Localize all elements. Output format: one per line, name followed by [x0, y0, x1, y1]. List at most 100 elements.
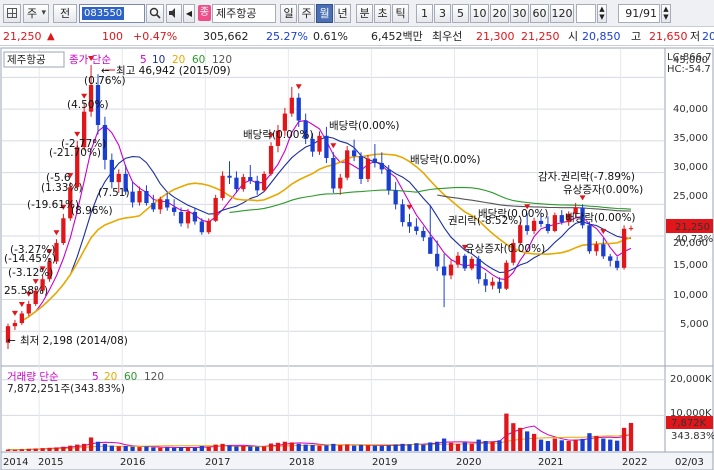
stock-code-input[interactable]: 083550	[79, 4, 145, 23]
candle-body	[324, 135, 329, 158]
volume-bar	[81, 443, 87, 451]
volume-bar	[531, 433, 537, 451]
quote-bar: 21,250 ▲ 100 +0.47% 305,662 25.27% 0.61%…	[0, 27, 714, 46]
interval-stepper[interactable]: ▲ ▼	[597, 4, 607, 23]
volume-bar	[407, 444, 412, 451]
candle-body	[248, 177, 253, 181]
volume-bar	[255, 446, 260, 451]
volume-bar	[296, 443, 301, 451]
stock-chart[interactable]: 제주항공 종가 단순 5 10 20 60 120 LC:866.7 HC:-5…	[0, 47, 714, 470]
event-label: 유상증자(0.00%)	[465, 243, 545, 255]
jeon-button[interactable]: 전	[53, 4, 77, 23]
volume-ratio: 25.27%	[266, 30, 308, 43]
event-label: (0.76%)	[84, 75, 126, 87]
high-label: 고	[631, 30, 642, 43]
candle-body	[199, 221, 204, 233]
stock-type-badge: 종	[198, 5, 211, 21]
interval-button-20[interactable]: 20	[490, 4, 509, 23]
period-tab-minute[interactable]: 분	[356, 4, 373, 23]
sound-button[interactable]	[166, 4, 182, 23]
interval-button-30[interactable]: 30	[510, 4, 529, 23]
grid-icon	[7, 8, 17, 18]
volume-bar	[282, 441, 288, 451]
search-icon	[149, 7, 161, 19]
candle-body	[421, 230, 426, 238]
volume-bar	[268, 443, 274, 451]
period-tab-second[interactable]: 초	[374, 4, 391, 23]
candle	[386, 164, 391, 195]
year-label: 2019	[372, 457, 397, 468]
volume-bar	[241, 446, 246, 451]
candle-body	[386, 169, 391, 191]
open-price: 20,850	[582, 30, 621, 43]
stock-label: 제주항공	[7, 54, 46, 66]
volume-legend-20: 20	[104, 371, 117, 383]
volume-bar	[68, 445, 73, 451]
candle-body	[241, 177, 246, 190]
candle-body	[414, 226, 419, 231]
volume-pct-label: 343.83%	[671, 431, 714, 442]
period-tab-year[interactable]: 년	[334, 4, 351, 23]
scrollbar-date: 02/03	[675, 457, 704, 468]
candle-body	[158, 199, 163, 210]
volume-bar	[538, 439, 544, 451]
volume-bar	[552, 438, 558, 451]
volume-legend-5: 5	[92, 371, 99, 383]
price-tick-25000: 25,000	[673, 191, 708, 202]
interval-button-3[interactable]: 3	[434, 4, 451, 23]
period-tab-month[interactable]: 월	[316, 4, 333, 23]
candle-body	[116, 173, 121, 183]
volume-bar	[199, 446, 204, 451]
page-counter[interactable]: 91/91	[618, 4, 660, 23]
search-button[interactable]	[146, 4, 164, 23]
candle-body	[504, 262, 509, 289]
volume-legend-title: 거래량 단순	[7, 371, 59, 383]
interval-button-5[interactable]: 5	[452, 4, 469, 23]
volume-bar	[47, 447, 52, 451]
volume-bar	[19, 449, 24, 451]
page-stepper[interactable]: ▲ ▼	[661, 4, 671, 23]
layout-button[interactable]	[3, 4, 21, 23]
price-tick-45000: 45,000	[673, 55, 708, 66]
candle-body	[26, 303, 31, 314]
prev-stock-button[interactable]: ◀	[183, 4, 195, 23]
price-tick-10000: 10,000	[673, 290, 708, 301]
interval-button-60[interactable]: 60	[530, 4, 549, 23]
price-tick-5000: 5,000	[680, 319, 709, 330]
chart-type-combo[interactable]: 주	[23, 4, 49, 23]
low-label: 저	[690, 30, 701, 43]
max-price-label: 최고 46,942 (2015/09)	[116, 65, 231, 77]
candle-body	[476, 258, 481, 280]
volume-bar	[185, 447, 191, 451]
event-label: 감자.권리락(-7.89%)	[538, 171, 635, 183]
volume-bar	[379, 446, 384, 451]
volume-bar	[26, 448, 31, 451]
price-tick-30000: 30,000	[673, 162, 708, 173]
volume-bar	[351, 445, 357, 451]
interval-button-1[interactable]: 1	[416, 4, 433, 23]
event-label: (8.96%)	[71, 205, 113, 217]
interval-button-10[interactable]: 10	[470, 4, 489, 23]
candle-body	[19, 313, 24, 324]
candle-body	[109, 159, 114, 183]
candle	[587, 221, 592, 254]
candle-body	[171, 207, 177, 212]
interval-button-120[interactable]: 120	[550, 4, 574, 23]
volume-bar	[54, 447, 59, 451]
year-label: 2022	[622, 457, 647, 468]
period-tab-tick[interactable]: 틱	[392, 4, 409, 23]
price-change: 100	[102, 30, 123, 43]
candle	[268, 142, 274, 176]
volume-bar	[483, 441, 488, 451]
candle-body	[137, 190, 142, 203]
candle-body	[428, 237, 433, 254]
candle-body	[261, 173, 267, 191]
period-tab-day[interactable]: 일	[280, 4, 297, 23]
stock-name-field[interactable]: 제주항공	[212, 4, 276, 23]
volume-bar	[462, 442, 468, 451]
volume-bar	[137, 447, 142, 451]
period-tab-week[interactable]: 주	[298, 4, 315, 23]
candle	[621, 225, 627, 270]
interval-input[interactable]	[576, 4, 596, 23]
volume-bar	[358, 444, 364, 451]
